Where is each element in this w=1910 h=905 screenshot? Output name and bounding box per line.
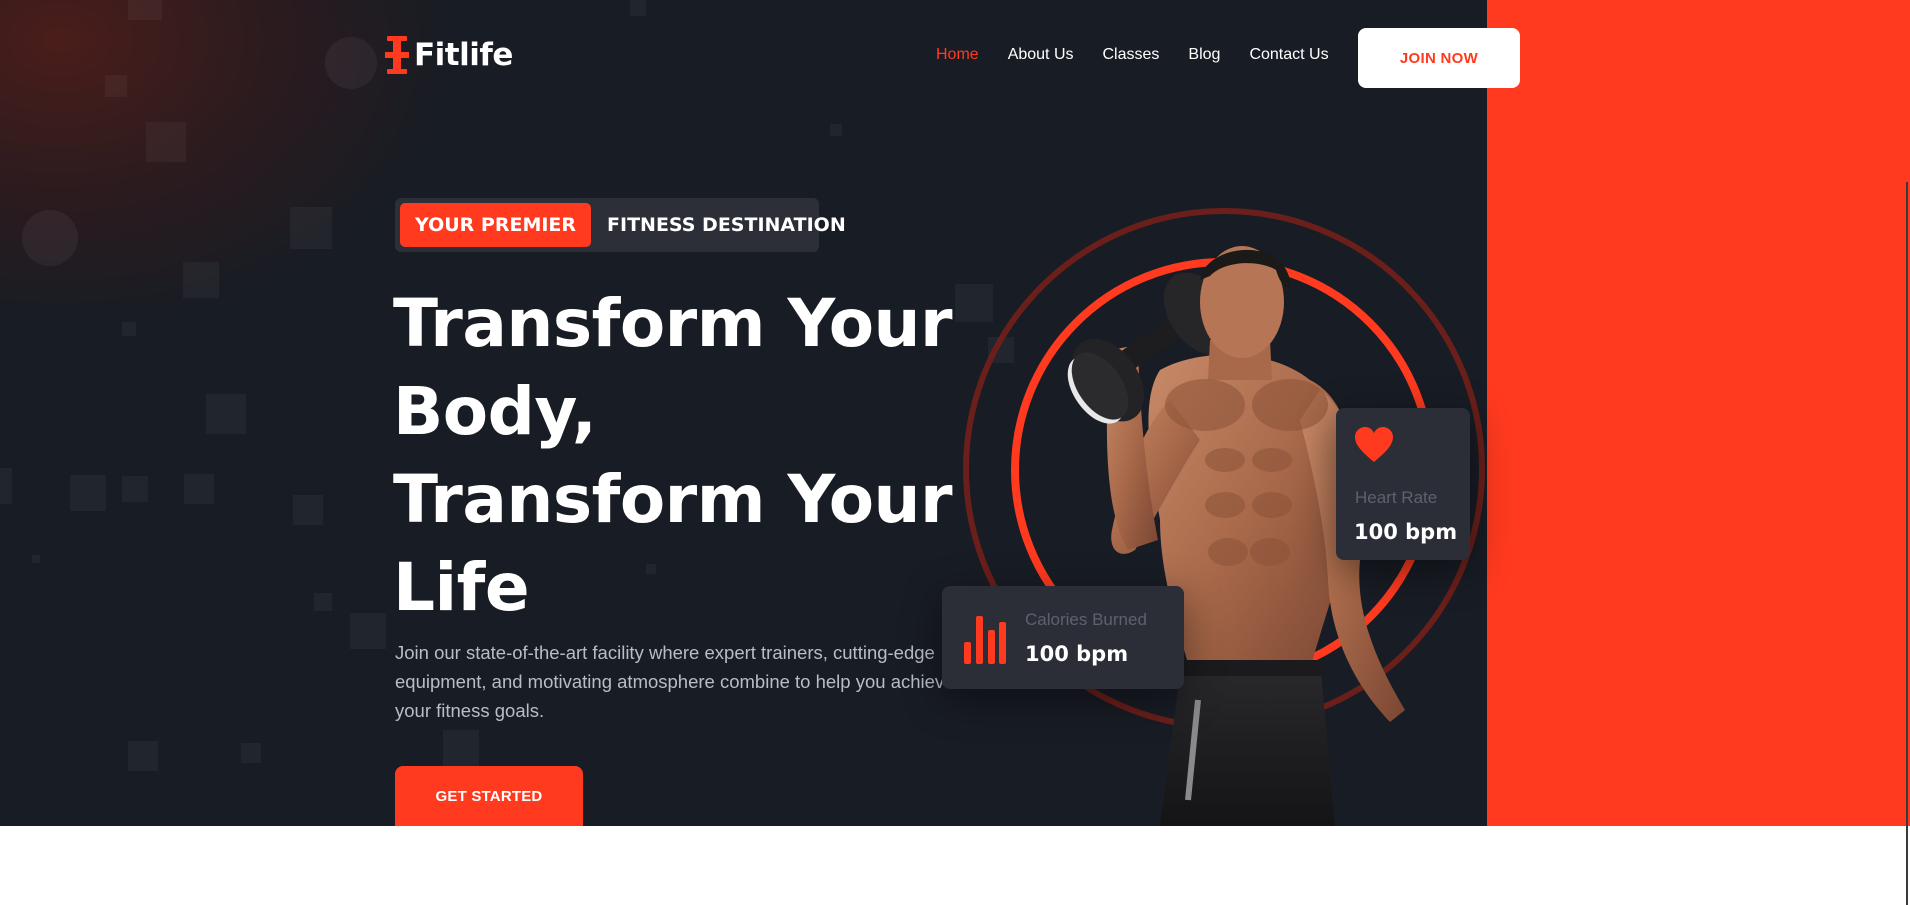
accent-panel bbox=[1487, 0, 1910, 826]
headline-line: Transform Your bbox=[393, 461, 953, 538]
decor-square bbox=[830, 124, 842, 136]
calories-value: 100 bpm bbox=[1025, 642, 1129, 666]
heart-icon bbox=[1355, 427, 1393, 462]
decor-square bbox=[70, 475, 106, 511]
heart-rate-card: Heart Rate 100 bpm bbox=[1336, 408, 1470, 560]
decor-square bbox=[32, 555, 40, 563]
decor-circle bbox=[22, 210, 78, 266]
bar-chart-icon bbox=[964, 616, 1006, 664]
decor-square bbox=[290, 207, 332, 249]
nav-home[interactable]: Home bbox=[936, 46, 979, 64]
decor-square bbox=[105, 75, 127, 97]
join-now-button[interactable]: JOIN NOW bbox=[1358, 28, 1520, 88]
hero-badge: YOUR PREMIER FITNESS DESTINATION bbox=[395, 198, 846, 252]
decor-square bbox=[146, 122, 186, 162]
decor-square bbox=[630, 0, 646, 16]
heart-rate-value: 100 bpm bbox=[1354, 520, 1458, 544]
decor-square bbox=[128, 0, 162, 20]
heart-rate-label: Heart Rate bbox=[1355, 488, 1438, 507]
headline-line: Body, bbox=[393, 373, 597, 450]
decor-square bbox=[184, 474, 214, 504]
calories-label: Calories Burned bbox=[1025, 610, 1147, 629]
decor-square bbox=[122, 476, 148, 502]
hero-headline: Transform Your Body, Transform Your Life bbox=[393, 280, 953, 632]
scrollbar[interactable] bbox=[1906, 182, 1908, 905]
decor-square bbox=[128, 741, 158, 771]
badge-text: FITNESS DESTINATION bbox=[607, 214, 846, 236]
nav-blog[interactable]: Blog bbox=[1188, 46, 1220, 64]
nav-classes[interactable]: Classes bbox=[1103, 46, 1160, 64]
headline-line: Transform Your bbox=[393, 285, 953, 362]
decor-square bbox=[122, 322, 136, 336]
nav-about-us[interactable]: About Us bbox=[1008, 46, 1074, 64]
decor-square bbox=[0, 468, 12, 504]
decor-square bbox=[350, 613, 386, 649]
decor-square bbox=[443, 730, 479, 766]
decor-square bbox=[241, 743, 261, 763]
get-started-button[interactable]: GET STARTED bbox=[395, 766, 583, 826]
calories-card: Calories Burned 100 bpm bbox=[942, 586, 1184, 689]
headline-line: Life bbox=[393, 549, 530, 626]
decor-square bbox=[206, 394, 246, 434]
main-nav: Home About Us Classes Blog Contact Us bbox=[936, 46, 1358, 64]
brand-name: Fitlife bbox=[414, 37, 513, 73]
badge-highlight: YOUR PREMIER bbox=[400, 203, 592, 247]
brand-logo[interactable]: Fitlife bbox=[384, 36, 513, 74]
nav-contact-us[interactable]: Contact Us bbox=[1249, 46, 1328, 64]
hero-description: Join our state-of-the-art facility where… bbox=[395, 642, 955, 721]
decor-circle bbox=[325, 37, 377, 89]
decor-square bbox=[293, 495, 323, 525]
dumbbell-logo-icon bbox=[384, 36, 410, 74]
decor-square bbox=[314, 593, 332, 611]
decor-square bbox=[183, 262, 219, 298]
